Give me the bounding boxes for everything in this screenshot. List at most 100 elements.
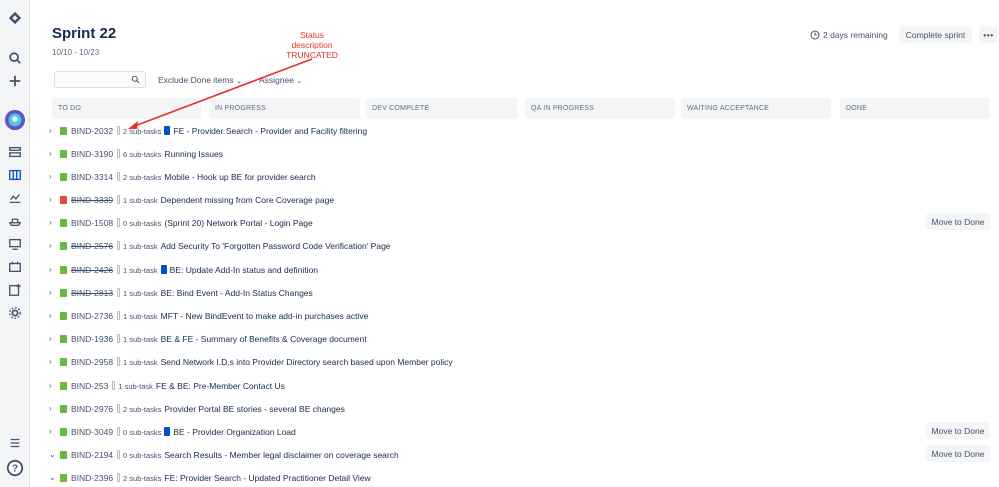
expand-chevron-icon[interactable]: ›: [49, 195, 57, 205]
status-lozenge-truncated: [117, 311, 121, 320]
story-type-icon: [60, 173, 67, 181]
chevron-down-icon: ⌄: [296, 78, 303, 85]
search-input[interactable]: [54, 71, 146, 88]
issue-summary[interactable]: BE & FE - Summary of Benefits & Coverage…: [161, 334, 367, 344]
expand-chevron-icon[interactable]: ⌄: [49, 450, 57, 460]
expand-chevron-icon[interactable]: ›: [49, 218, 57, 228]
swimlane-row[interactable]: › BIND-2976 2 sub-tasks Provider Portal BE …: [30, 403, 999, 417]
issue-key-link[interactable]: BIND-3190: [71, 149, 113, 159]
expand-chevron-icon[interactable]: ⌄: [49, 473, 57, 483]
swimlane-row[interactable]: › BIND-3339 1 sub-task Dependent missing fr…: [30, 194, 999, 208]
issue-key-link[interactable]: BIND-1508: [71, 218, 113, 228]
issue-summary[interactable]: BE: Update Add-In status and definition: [170, 265, 318, 275]
create-icon[interactable]: [6, 72, 24, 90]
search-icon[interactable]: [6, 49, 24, 67]
exclude-done-label: Exclude Done items: [158, 75, 234, 85]
expand-chevron-icon[interactable]: ›: [49, 288, 57, 298]
swimlane-row[interactable]: › BIND-3190 6 sub-tasks Running Issues: [30, 148, 999, 162]
expand-chevron-icon[interactable]: ›: [49, 404, 57, 414]
issue-summary[interactable]: BE: Bind Event - Add-In Status Changes: [161, 288, 313, 298]
swimlane-row[interactable]: › BIND-1508 0 sub-tasks (Sprint 20) Network…: [30, 213, 999, 231]
story-type-icon: [60, 451, 67, 459]
swimlane-row[interactable]: ⌄ BIND-2194 0 sub-tasks Search Results - Me…: [30, 445, 999, 463]
issue-summary[interactable]: FE - Provider Search - Provider and Faci…: [173, 126, 367, 136]
swimlane-row[interactable]: › BIND-3314 2 sub-tasks Mobile - Hook up BE…: [30, 171, 999, 185]
expand-chevron-icon[interactable]: ›: [49, 126, 57, 136]
swimlane-row[interactable]: › BIND-3049 0 sub-tasks BE - Provider Organ…: [30, 422, 999, 440]
expand-chevron-icon[interactable]: ›: [49, 427, 57, 437]
issue-summary[interactable]: Send Network I.D.s into Provider Directo…: [161, 357, 453, 367]
swimlane-row[interactable]: › BIND-2032 2 sub-tasks FE - Provider Searc…: [30, 125, 999, 139]
issue-summary[interactable]: Search Results - Member legal disclaimer…: [164, 450, 398, 460]
swimlane-row[interactable]: › BIND-2736 1 sub-task MFT - New BindEvent …: [30, 310, 999, 324]
issue-key-link[interactable]: BIND-2576: [71, 241, 113, 251]
issue-key-link[interactable]: BIND-2958: [71, 357, 113, 367]
assignee-filter[interactable]: Assignee ⌄: [259, 75, 302, 85]
expand-chevron-icon[interactable]: ›: [49, 334, 57, 344]
issue-key-link[interactable]: BIND-2396: [71, 473, 113, 483]
expand-chevron-icon[interactable]: ›: [49, 265, 57, 275]
issue-summary[interactable]: Dependent missing from Core Coverage pag…: [161, 195, 334, 205]
swimlane-row[interactable]: › BIND-2576 1 sub-task Add Security To 'For…: [30, 240, 999, 254]
expand-chevron-icon[interactable]: ›: [49, 381, 57, 391]
expand-chevron-icon[interactable]: ›: [49, 241, 57, 251]
swimlane-row[interactable]: › BIND-2958 1 sub-task Send Network I.D.s i…: [30, 356, 999, 370]
issue-summary[interactable]: Provider Portal BE stories - several BE …: [164, 404, 344, 414]
backlog-icon[interactable]: [6, 143, 24, 161]
issue-summary[interactable]: Mobile - Hook up BE for provider search: [164, 172, 315, 182]
issue-key-link[interactable]: BIND-2736: [71, 311, 113, 321]
subtask-count: 1 sub-task: [123, 312, 158, 321]
issue-key-link[interactable]: BIND-2194: [71, 450, 113, 460]
issue-summary[interactable]: FE & BE: Pre-Member Contact Us: [156, 381, 285, 391]
issue-key-link[interactable]: BIND-2032: [71, 126, 113, 136]
expand-chevron-icon[interactable]: ›: [49, 311, 57, 321]
more-actions-button[interactable]: •••: [979, 27, 998, 43]
components-icon[interactable]: [6, 235, 24, 253]
add-item-icon[interactable]: [6, 281, 24, 299]
issue-key-link[interactable]: BIND-3339: [71, 195, 113, 205]
issue-key-link[interactable]: BIND-253: [71, 381, 108, 391]
expand-chevron-icon[interactable]: ›: [49, 172, 57, 182]
issue-summary[interactable]: MFT - New BindEvent to make add-in purch…: [161, 311, 369, 321]
expand-chevron-icon[interactable]: ›: [49, 149, 57, 159]
subtask-count: 2 sub-tasks: [123, 173, 162, 182]
expand-chevron-icon[interactable]: ›: [49, 357, 57, 367]
issue-summary[interactable]: Add Security To 'Forgotten Password Code…: [161, 241, 391, 251]
swimlane-row[interactable]: › BIND-1936 1 sub-task BE & FE - Summary of…: [30, 333, 999, 347]
issue-summary[interactable]: (Sprint 20) Network Portal - Login Page: [164, 218, 312, 228]
story-type-icon: [60, 150, 67, 158]
column-header: DEV COMPLETE: [366, 98, 518, 119]
story-type-icon: [60, 405, 67, 413]
swimlane-row[interactable]: › BIND-2813 1 sub-task BE: Bind Event - Add…: [30, 287, 999, 301]
issue-summary[interactable]: Running Issues: [164, 149, 223, 159]
issue-key-link[interactable]: BIND-2976: [71, 404, 113, 414]
jira-logo-icon[interactable]: [6, 9, 24, 27]
board-icon[interactable]: [6, 166, 24, 184]
move-to-done-button[interactable]: Move to Done: [926, 422, 990, 439]
issues-icon[interactable]: [6, 258, 24, 276]
help-icon[interactable]: ?: [4, 457, 26, 479]
issue-key-link[interactable]: BIND-2813: [71, 288, 113, 298]
story-type-icon: [60, 266, 67, 274]
swimlane-row[interactable]: › BIND-2426 1 sub-task BE: Update Add-In st…: [30, 264, 999, 278]
annotation-line: Status: [299, 30, 325, 40]
complete-sprint-button[interactable]: Complete sprint: [899, 27, 972, 43]
settings-icon[interactable]: [6, 304, 24, 322]
menu-icon[interactable]: [6, 434, 24, 452]
issue-key-link[interactable]: BIND-2426: [71, 265, 113, 275]
project-avatar-icon[interactable]: [3, 108, 27, 132]
issue-key-link[interactable]: BIND-1936: [71, 334, 113, 344]
move-to-done-button[interactable]: Move to Done: [926, 445, 990, 462]
swimlane-row[interactable]: ⌄ BIND-2396 2 sub-tasks FE: Provider Search…: [30, 472, 999, 486]
issue-summary[interactable]: FE: Provider Search - Updated Practition…: [164, 473, 370, 483]
issue-key-link[interactable]: BIND-3049: [71, 427, 113, 437]
story-type-icon: [60, 382, 67, 390]
releases-icon[interactable]: [6, 212, 24, 230]
global-sidebar: ?: [0, 0, 30, 487]
swimlane-row[interactable]: › BIND-253 1 sub-task FE & BE: Pre-Member C…: [30, 380, 999, 394]
issue-summary[interactable]: BE - Provider Organization Load: [173, 427, 295, 437]
issue-key-link[interactable]: BIND-3314: [71, 172, 113, 182]
reports-icon[interactable]: [6, 189, 24, 207]
move-to-done-button[interactable]: Move to Done: [926, 213, 990, 230]
exclude-done-filter[interactable]: Exclude Done items ⌄: [158, 75, 242, 85]
